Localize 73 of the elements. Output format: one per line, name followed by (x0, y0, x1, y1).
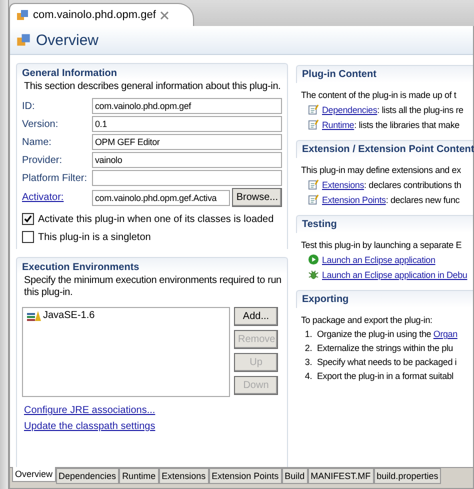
checkbox-label: Activate this plug-in when one of its classes is loaded (38, 214, 274, 224)
run-icon (308, 254, 319, 265)
section-link[interactable]: Organ (433, 329, 458, 339)
browse-button[interactable]: Browse... (232, 188, 282, 207)
text-field[interactable]: com.vainolo.phd.opm.gef (92, 98, 282, 114)
text-field[interactable]: OPM GEF Editor (92, 134, 282, 150)
step-number: 2. (304, 343, 312, 353)
step-text: Externalize the strings within the plu (317, 343, 453, 353)
text-field[interactable]: com.vainolo.phd.opm.gef.Activa (92, 190, 230, 206)
section-title: Plug-in Content (302, 69, 376, 80)
section-description: Test this plug-in by launching a separate E (300, 240, 463, 250)
field-label: Platform Filter: (22, 172, 88, 184)
field-label: Provider: (22, 154, 64, 166)
edit-page-icon (308, 104, 319, 115)
section-link[interactable]: Dependencies (322, 104, 378, 114)
field-label: Name: (22, 136, 52, 148)
section-description: This section describes general information about this plug-in. (23, 81, 282, 93)
step-number: 1. (304, 329, 312, 339)
section-title: Execution Environments (22, 262, 140, 273)
item-text: : lists all the plug-ins re (377, 104, 464, 114)
bug-icon (308, 269, 319, 280)
item-text: : declares new func (386, 194, 460, 204)
item-text: : lists the libraries that make (354, 120, 460, 130)
text-field[interactable] (92, 170, 282, 186)
section-description: The content of the plug-in is made up of t (300, 90, 458, 100)
page-tab[interactable]: Overview (12, 467, 56, 482)
page-tab[interactable]: build.properties (374, 468, 442, 484)
edit-page-icon (308, 194, 319, 205)
section-title: Extension / Extension Point Content (302, 144, 474, 155)
section-title: Exporting (302, 294, 349, 305)
list-button[interactable]: Add... (234, 307, 278, 326)
field-label: Version: (22, 118, 60, 130)
edit-page-icon (308, 119, 319, 130)
settings-link[interactable]: Update the classpath settings (24, 421, 156, 432)
edit-page-icon (308, 179, 319, 190)
field-link[interactable]: Activator: (22, 192, 90, 203)
list-item[interactable]: JavaSE-1.6 (43, 310, 95, 321)
close-icon[interactable] (160, 10, 169, 20)
settings-link[interactable]: Configure JRE associations... (24, 405, 156, 416)
plugin-icon (16, 8, 29, 22)
tab-title: com.vainolo.phd.opm.gef (33, 9, 156, 21)
text-field[interactable]: vainolo (92, 152, 282, 168)
section-link[interactable]: Extensions (322, 180, 364, 190)
step-number: 3. (304, 357, 312, 367)
step-text: Specify what needs to be packaged i (317, 357, 457, 367)
page-tab[interactable]: Build (282, 468, 308, 484)
page-tab[interactable]: Dependencies (56, 468, 120, 484)
section-description: To package and export the plug-in: (300, 315, 434, 325)
checkbox[interactable] (22, 213, 34, 225)
section-link[interactable]: Runtime (322, 120, 354, 130)
step-text: Organize the plug-in using the Organ (317, 329, 458, 339)
section-description: Specify the minimum execution environments required to run this plug-in. (23, 275, 282, 299)
section-description: This plug-in may define extensions and ex (300, 165, 462, 175)
page-tab[interactable]: Extensions (158, 468, 209, 484)
step-number: 4. (304, 371, 312, 381)
checkbox[interactable] (22, 231, 34, 243)
checkbox-label: This plug-in is a singleton (38, 232, 151, 242)
plugin-icon (16, 32, 31, 48)
section-link[interactable]: Extension Points (322, 194, 386, 204)
page-title: Overview (36, 32, 99, 48)
field-label: ID: (22, 100, 36, 112)
section-title: Testing (302, 219, 337, 230)
step-text: Export the plug-in in a format suitabl (317, 371, 454, 381)
text-field[interactable]: 0.1 (92, 116, 282, 132)
item-text: : declares contributions th (364, 180, 462, 190)
page-tab[interactable]: Extension Points (208, 468, 282, 484)
section-link[interactable]: Launch an Eclipse application (322, 254, 436, 264)
section-link[interactable]: Launch an Eclipse application in Debu (322, 270, 468, 280)
editor-tab[interactable]: com.vainolo.phd.opm.gef (9, 3, 194, 26)
library-icon (27, 310, 41, 321)
page-tab[interactable]: Runtime (119, 468, 159, 484)
section-title: General Information (22, 68, 118, 79)
page-tab[interactable]: MANIFEST.MF (308, 468, 374, 484)
